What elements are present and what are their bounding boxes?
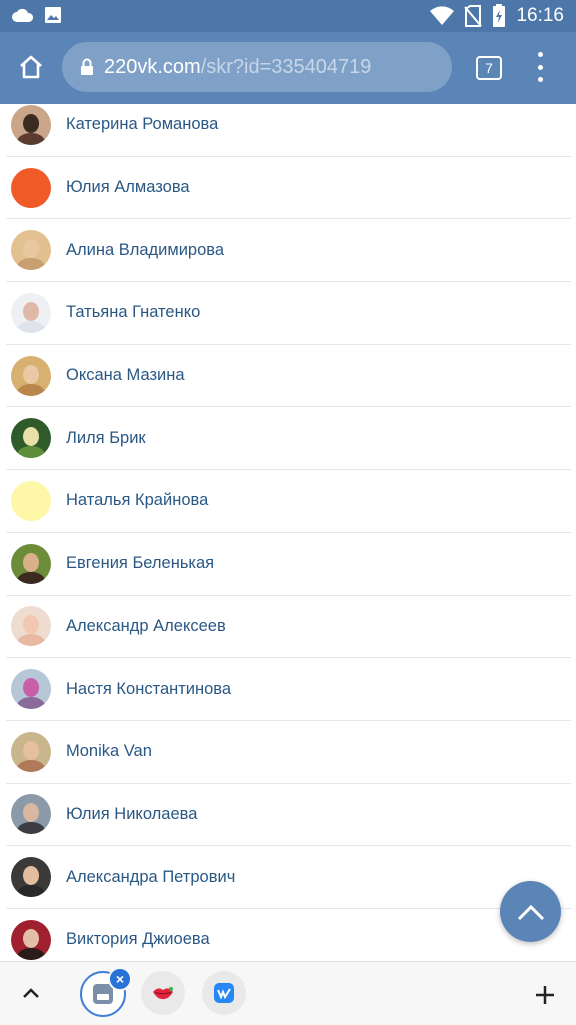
contact-list: Катерина Романова Юлия Алмазова Алина Влад… xyxy=(6,94,571,972)
avatar xyxy=(11,919,51,960)
status-left-icons xyxy=(12,6,62,24)
contact-name[interactable]: Лиля Брик xyxy=(66,429,146,448)
status-right-icons: 16:16 xyxy=(430,4,564,28)
contact-name[interactable]: Евгения Беленькая xyxy=(66,554,214,573)
plus-icon xyxy=(536,986,554,1004)
image-icon xyxy=(45,7,61,23)
vk-icon xyxy=(214,983,234,1003)
home-button[interactable] xyxy=(14,50,48,84)
home-icon xyxy=(20,55,42,79)
bottom-tab-bar: × xyxy=(0,961,576,1025)
tab-vk[interactable] xyxy=(202,971,246,1015)
close-tab-button[interactable]: × xyxy=(108,967,132,991)
new-tab-button[interactable] xyxy=(532,982,558,1008)
menu-dot xyxy=(537,64,543,70)
list-item[interactable]: Алина Владимирова xyxy=(6,219,571,283)
menu-dot xyxy=(537,52,543,57)
clock: 16:16 xyxy=(516,5,564,26)
address-bar[interactable]: 220vk.com/skr?id=335404719 xyxy=(62,42,452,92)
avatar xyxy=(11,418,51,459)
contact-name[interactable]: Monika Van xyxy=(66,742,152,761)
contact-name[interactable]: Оксана Мазина xyxy=(66,366,185,385)
tab-switcher-button[interactable]: 7 xyxy=(476,56,502,80)
wifi-icon xyxy=(430,6,455,26)
list-item[interactable]: Юлия Николаева xyxy=(6,784,571,847)
contact-name[interactable]: Алина Владимирова xyxy=(66,241,224,260)
contact-name[interactable]: Татьяна Гнатенко xyxy=(66,303,200,322)
avatar xyxy=(11,167,51,208)
avatar xyxy=(11,731,51,772)
list-item[interactable]: Оксана Мазина xyxy=(6,345,571,408)
scroll-to-top-button[interactable] xyxy=(500,881,561,942)
avatar xyxy=(11,104,51,145)
list-item[interactable]: Лиля Брик xyxy=(6,407,571,471)
avatar xyxy=(11,480,51,521)
list-item[interactable]: Татьяна Гнатенко xyxy=(6,282,571,345)
contact-name[interactable]: Юлия Алмазова xyxy=(66,178,190,197)
avatar xyxy=(11,857,51,898)
contact-name[interactable]: Наталья Крайнова xyxy=(66,491,208,510)
url-domain: 220vk.com xyxy=(104,55,201,78)
avatar xyxy=(11,669,51,710)
contact-name[interactable]: Настя Константинова xyxy=(66,680,231,699)
list-item[interactable]: Monika Van xyxy=(6,721,571,784)
status-bar: 16:16 xyxy=(0,0,576,32)
list-item[interactable]: Юлия Алмазова xyxy=(6,157,571,220)
url-text: 220vk.com/skr?id=335404719 xyxy=(104,56,371,79)
expand-tabs-button[interactable] xyxy=(18,982,44,1004)
list-item[interactable]: Александра Петрович xyxy=(6,846,571,909)
chevron-up-icon xyxy=(23,988,39,998)
list-item[interactable]: Катерина Романова xyxy=(6,94,571,157)
list-item[interactable]: Александр Алексеев xyxy=(6,596,571,659)
avatar xyxy=(11,355,51,396)
battery-icon xyxy=(493,4,506,27)
list-item[interactable]: Евгения Беленькая xyxy=(6,533,571,596)
url-path: /skr?id=335404719 xyxy=(200,55,372,78)
contact-name[interactable]: Александр Алексеев xyxy=(66,617,226,636)
chevron-up-icon xyxy=(517,904,544,920)
avatar xyxy=(11,543,51,584)
avatar xyxy=(11,606,51,647)
lips-icon xyxy=(153,987,173,1000)
contact-name[interactable]: Юлия Николаева xyxy=(66,805,197,824)
avatar xyxy=(11,292,51,333)
list-item[interactable]: Настя Константинова xyxy=(6,658,571,721)
contact-name[interactable]: Александра Петрович xyxy=(66,868,235,887)
cloud-icon xyxy=(12,8,34,22)
overflow-menu-button[interactable] xyxy=(530,52,550,82)
list-item[interactable]: Наталья Крайнова xyxy=(6,470,571,533)
avatar xyxy=(11,230,51,271)
contact-name[interactable]: Виктория Джиоева xyxy=(66,930,210,949)
tab-lips[interactable] xyxy=(141,971,185,1015)
tab-220vk[interactable]: × xyxy=(80,967,132,1017)
no-sim-icon xyxy=(464,5,483,27)
menu-dot xyxy=(537,77,543,82)
lock-icon xyxy=(80,58,94,76)
avatar xyxy=(11,794,51,835)
contact-name[interactable]: Катерина Романова xyxy=(66,115,218,134)
